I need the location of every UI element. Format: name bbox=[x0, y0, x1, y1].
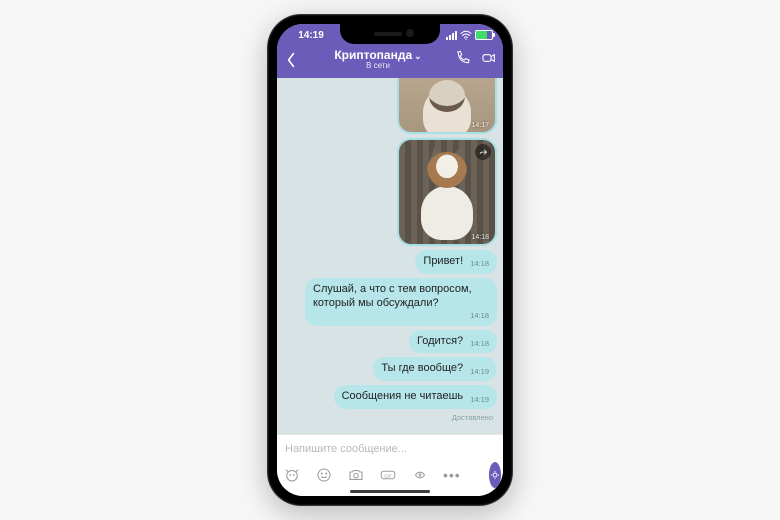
notch bbox=[340, 24, 440, 44]
forward-icon[interactable] bbox=[475, 144, 491, 160]
back-button[interactable] bbox=[281, 48, 301, 72]
money-button[interactable] bbox=[411, 465, 429, 485]
text-message[interactable]: Сообщения не читаешь 14:19 bbox=[334, 385, 497, 409]
chat-title-button[interactable]: Криптопанда⌄ В сети bbox=[305, 49, 451, 71]
message-text: Слушай, а что с тем вопросом, который мы… bbox=[313, 283, 472, 309]
message-time: 14:18 bbox=[471, 234, 489, 241]
message-time: 14:18 bbox=[470, 259, 489, 268]
emoji-button[interactable] bbox=[315, 465, 333, 485]
message-input[interactable] bbox=[283, 440, 501, 458]
cat-sticker-button[interactable] bbox=[283, 465, 301, 485]
text-message[interactable]: Годится? 14:18 bbox=[409, 330, 497, 354]
text-message[interactable]: Привет! 14:18 bbox=[415, 250, 497, 274]
text-message[interactable]: Ты где вообще? 14:19 bbox=[373, 357, 497, 381]
video-call-button[interactable] bbox=[481, 50, 497, 71]
message-time: 14:19 bbox=[470, 367, 489, 376]
chevron-down-icon: ⌄ bbox=[414, 51, 422, 61]
message-list[interactable]: 14:17 14:18 Привет! 14:18 Слушай, а что … bbox=[277, 78, 503, 434]
status-time: 14:19 bbox=[287, 30, 335, 41]
message-time: 14:18 bbox=[313, 311, 489, 320]
signal-icon bbox=[446, 31, 457, 40]
message-time: 14:18 bbox=[470, 339, 489, 348]
message-text: Ты где вообще? bbox=[381, 362, 463, 374]
gif-button[interactable]: GIF bbox=[379, 465, 397, 485]
battery-icon bbox=[475, 30, 493, 40]
composer: GIF ••• bbox=[277, 434, 503, 496]
message-text: Сообщения не читаешь bbox=[342, 390, 464, 402]
home-indicator[interactable] bbox=[350, 490, 430, 493]
chat-title: Криптопанда bbox=[334, 48, 412, 62]
status-indicators bbox=[435, 30, 493, 40]
wifi-icon bbox=[460, 30, 472, 40]
message-time: 14:17 bbox=[471, 122, 489, 129]
more-button[interactable]: ••• bbox=[443, 468, 461, 482]
phone-frame: 14:19 Криптопанда⌄ В сети bbox=[267, 14, 513, 506]
camera-button[interactable] bbox=[347, 465, 365, 485]
message-time: 14:19 bbox=[470, 395, 489, 404]
message-text: Привет! bbox=[423, 255, 463, 267]
voice-call-button[interactable] bbox=[455, 50, 471, 71]
svg-text:GIF: GIF bbox=[384, 473, 392, 478]
screen: 14:19 Криптопанда⌄ В сети bbox=[277, 24, 503, 496]
voice-message-button[interactable] bbox=[489, 462, 501, 488]
delivery-status: Доставлено bbox=[452, 413, 497, 422]
chat-subtitle: В сети bbox=[305, 62, 451, 71]
text-message[interactable]: Слушай, а что с тем вопросом, который мы… bbox=[305, 278, 497, 326]
message-text: Годится? bbox=[417, 335, 463, 347]
photo-message[interactable]: 14:18 bbox=[397, 138, 497, 246]
photo-message[interactable]: 14:17 bbox=[397, 78, 497, 134]
